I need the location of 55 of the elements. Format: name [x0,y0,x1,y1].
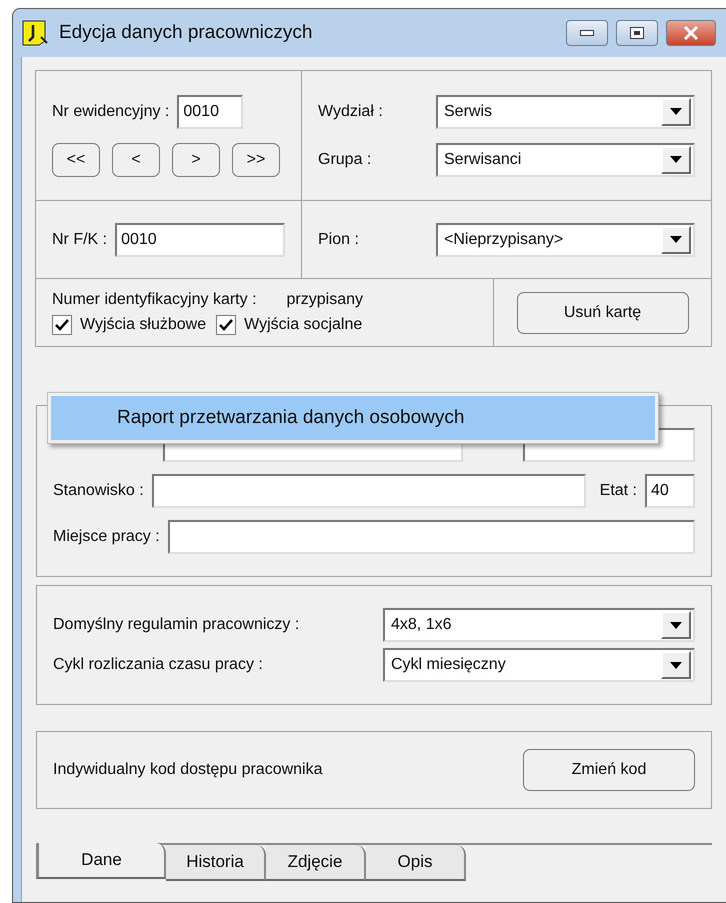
checkbox-label: Wyjścia socjalne [244,316,362,334]
dropdown-button[interactable] [661,651,691,679]
maximize-button[interactable] [616,20,658,46]
card-number-label: Numer identyfikacyjny karty : [52,290,257,308]
field-label: Nr ewidencyjny : [52,102,170,120]
field-label: Grupa : [318,150,372,168]
dropdown-field[interactable]: 4x8, 1x6 [383,608,695,642]
field-label: Nr F/K : [52,230,108,248]
remove-card-button[interactable]: Usuń kartę [516,292,688,334]
navigation-button[interactable]: < [112,142,160,176]
field-label: Pion : [318,230,360,248]
tab[interactable]: Opis [366,845,466,881]
navigation-button[interactable]: >> [232,142,280,176]
fk-number-field[interactable]: 0010 [115,222,285,256]
field-label: Etat : [600,482,637,500]
dropdown-field[interactable]: Serwisanci [436,142,695,176]
tab[interactable]: Historia [166,845,266,881]
change-code-button[interactable]: Zmień kod [523,749,695,791]
dropdown-arrow-icon [670,108,682,115]
tab[interactable]: Dane [36,843,166,879]
record-number-field[interactable]: 0010 [177,94,244,128]
maximize-icon [630,27,644,39]
card-status: przypisany [286,290,363,308]
dropdown-arrow-icon [670,236,682,243]
field-label: Stanowisko : [53,482,144,500]
dropdown-field[interactable]: Serwis [436,94,695,128]
window-title: Edycja danych pracowniczych [59,22,314,44]
menu-item[interactable]: Raport przetwarzania danych osobowych [51,396,655,440]
field-label: Miejsce pracy : [53,528,160,546]
dropdown-button[interactable] [661,611,691,639]
close-button[interactable] [666,20,716,46]
close-icon [683,26,699,40]
minimize-button[interactable] [566,20,608,46]
dropdown-field[interactable]: <Nieprzypisany> [436,222,695,256]
access-code-label: Indywidualny kod dostępu pracownika [53,761,322,779]
etat-field[interactable]: 40 [645,474,695,508]
checkbox[interactable] [216,314,236,334]
dropdown-button[interactable] [661,226,691,254]
dropdown-field[interactable]: Cykl miesięczny [383,648,695,682]
minimize-icon [580,30,594,36]
dropdown-button[interactable] [661,98,691,126]
checkbox[interactable] [52,314,72,334]
navigation-button[interactable]: << [52,142,100,176]
checkbox-label: Wyjścia służbowe [80,316,206,334]
dropdown-arrow-icon [670,622,682,628]
navigation-button[interactable]: > [172,142,220,176]
tab[interactable]: Zdjęcie [266,845,366,881]
field-label: Domyślny regulamin pracowniczy : [53,616,300,634]
dropdown-button[interactable] [661,146,691,174]
dropdown-arrow-icon [670,156,682,163]
field-label: Cykl rozliczania czasu pracy : [53,656,264,674]
dropdown-arrow-icon [670,662,682,668]
workplace-field[interactable] [168,520,695,554]
position-field[interactable] [152,474,586,508]
field-label: Wydział : [318,102,384,120]
